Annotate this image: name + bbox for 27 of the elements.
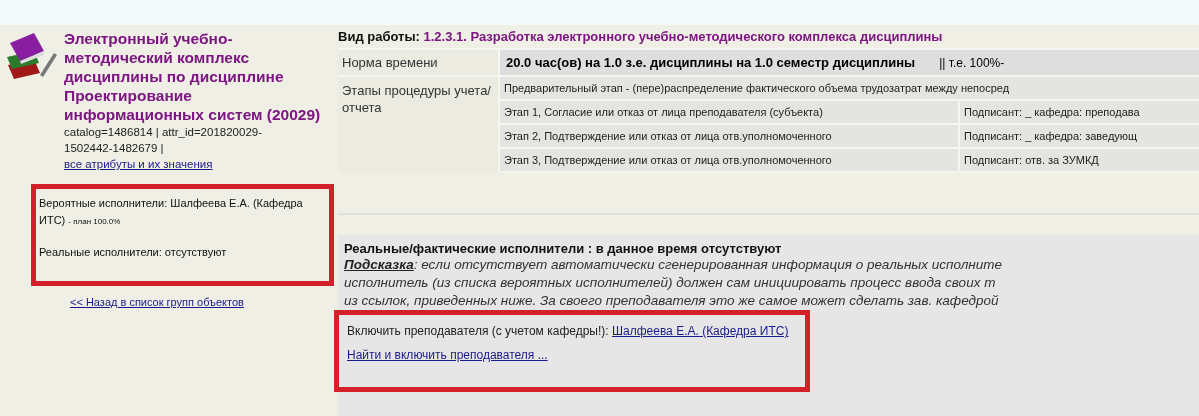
hint-label: Подсказка: [344, 257, 414, 272]
work-type-label: Вид работы:: [338, 29, 420, 44]
real-performers: Реальные исполнители: отсутствуют: [39, 246, 227, 258]
document-title: Электронный учебно-методический комплекс дисциплины по дисциплине Проектирование информационных систем (20029): [64, 29, 322, 124]
table-cell: Предварительный этап - (пере)распределение фактического объема трудозатрат между непосред: [500, 77, 1199, 99]
table-cell: Подписант: отв. за ЗУМКД: [958, 149, 1199, 171]
norm-extra: || т.е. 100%-: [939, 56, 1005, 70]
norm-value: 20.0 час(ов) на 1.0 з.е. дисциплины на 1.0 семестр дисциплины: [506, 55, 916, 70]
table-cell: Этап 1, Согласие или отказ от лица преподавателя (субъекта): [500, 101, 958, 123]
catalog-info: catalog=1486814 | attr_id=201820029-1502442-1482679 | все атрибуты и их значения: [64, 125, 263, 172]
table-cell: Этап 3, Подтверждение или отказ от лица отв.уполномоченного: [500, 149, 958, 171]
real-performers-title: Реальные/фактические исполнители : в данное время отсутствуют: [344, 241, 783, 256]
hint-text: : если отсутствует автоматически сгенерированная информация о реальных исполните: [413, 257, 1002, 272]
find-teacher-link[interactable]: Найти и включить преподавателя ...: [347, 348, 548, 362]
table-cell: Подписант: _ кафедра: преподава: [958, 101, 1199, 123]
back-link[interactable]: << Назад в список групп объектов: [70, 296, 244, 308]
hint-text: исполнитель (из списка вероятных исполнителей) должен сам инициировать процесс ввода своих т: [344, 275, 996, 290]
table-cell: Подписант: _ кафедра: заведующ: [958, 125, 1199, 147]
teacher-link[interactable]: Шалфеева Е.А. (Кафедра ИТС): [612, 324, 789, 338]
norm-label: Норма времени: [342, 55, 438, 70]
attributes-link[interactable]: все атрибуты и их значения: [64, 158, 213, 170]
table-cell: Этап 2, Подтверждение или отказ от лица отв.уполномоченного: [500, 125, 958, 147]
hint-text: из ссылок, приведенных ниже. За своего преподавателя это же самое может сделать зав. кафедрой: [344, 293, 999, 308]
work-type-value: 1.2.3.1. Разработка электронного учебно-методического комплекса дисциплины: [423, 29, 943, 44]
include-label: Включить преподавателя (с учетом кафедры!):: [347, 324, 609, 338]
probable-performers: Вероятные исполнители: Шалфеева Е.А. (Кафедра ИТС) - план 100.0%: [39, 196, 304, 228]
stages-label: Этапы процедуры учета/отчета: [342, 82, 492, 116]
